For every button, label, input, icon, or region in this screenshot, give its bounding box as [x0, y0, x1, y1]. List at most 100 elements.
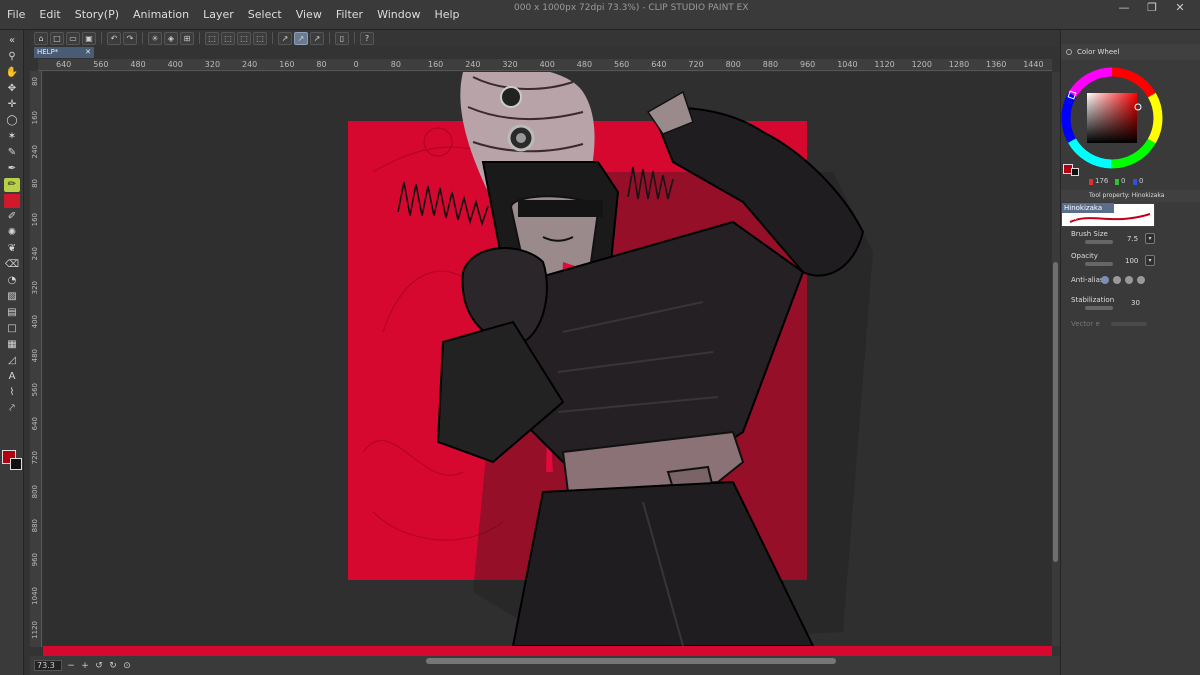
eraser-icon[interactable]: ⌫ — [4, 258, 20, 272]
airbrush-icon[interactable]: ✺ — [4, 226, 20, 240]
clear-icon[interactable]: ✳ — [148, 31, 162, 45]
figure-icon[interactable]: □ — [4, 322, 20, 336]
menu-layer[interactable]: Layer — [196, 0, 241, 30]
antialias-none-icon[interactable] — [1101, 276, 1109, 284]
ruler-top-label: 1440 — [1023, 60, 1044, 69]
antialias-weak-icon[interactable] — [1113, 276, 1121, 284]
minimize-button[interactable]: — — [1110, 0, 1138, 16]
decoration-icon[interactable]: ❦ — [4, 242, 20, 256]
transform-icon[interactable]: ⊞ — [180, 31, 194, 45]
blend-icon[interactable]: ◔ — [4, 274, 20, 288]
open-icon[interactable]: ▭ — [66, 31, 80, 45]
ruler-icon[interactable]: ◿ — [4, 354, 20, 368]
menu-file[interactable]: File — [0, 0, 32, 30]
brush-name[interactable]: Hinokizaka Pen — [1062, 203, 1114, 222]
document-tab[interactable]: HELP* ✕ — [34, 47, 94, 58]
brush-color-icon[interactable] — [4, 194, 20, 208]
sub-color-swatch[interactable] — [10, 458, 22, 470]
menu-window[interactable]: Window — [370, 0, 427, 30]
vector-eraser-options — [1111, 322, 1147, 326]
menu-animation[interactable]: Animation — [126, 0, 196, 30]
undo-icon[interactable]: ↶ — [107, 31, 121, 45]
move-layer-icon[interactable]: ✛ — [4, 98, 20, 112]
smartphone-icon[interactable]: ▯ — [335, 31, 349, 45]
text-icon[interactable]: A — [4, 370, 20, 384]
brush-size-slider[interactable] — [1085, 240, 1113, 244]
menu-filter[interactable]: Filter — [329, 0, 370, 30]
ruler-top-label: 0 — [353, 60, 359, 69]
stabilization-slider[interactable] — [1085, 306, 1113, 310]
pen-icon[interactable]: ✒ — [4, 162, 20, 176]
window-controls: — ❐ ✕ — [1110, 0, 1194, 16]
magic-wand-icon[interactable]: ✶ — [4, 130, 20, 144]
snap-grid-icon[interactable]: ↗ — [310, 31, 324, 45]
eyedropper-icon[interactable]: ✎ — [4, 146, 20, 160]
help-icon[interactable]: ? — [360, 31, 374, 45]
operation-icon[interactable]: ✥ — [4, 82, 20, 96]
menu-help[interactable]: Help — [427, 0, 466, 30]
zoom-icon[interactable]: ⚲ — [4, 50, 20, 64]
zoom-field[interactable]: 73.3 — [34, 660, 62, 671]
close-tab-icon[interactable]: ✕ — [85, 47, 91, 58]
zoom-in-icon[interactable]: + — [80, 661, 90, 671]
command-bar: ⌂ □ ▭ ▣ ↶ ↷ ✳ ◈ ⊞ ⬚ ⬚ ⬚ ⬚ ↗ ↗ ↗ ▯ ? — [30, 30, 1060, 46]
selection-icon[interactable]: ⬚ — [237, 31, 251, 45]
separator — [329, 32, 330, 44]
hand-icon[interactable]: ✋ — [4, 66, 20, 80]
vertical-scrollbar[interactable] — [1052, 72, 1060, 646]
frame-icon[interactable]: ▦ — [4, 338, 20, 352]
collapse-icon[interactable]: « — [4, 34, 20, 48]
ruler-left-label: 1040 — [31, 587, 39, 605]
deselect-icon[interactable]: ⬚ — [205, 31, 219, 45]
home-icon[interactable]: ⌂ — [34, 31, 48, 45]
rotate-right-icon[interactable]: ↻ — [108, 661, 118, 671]
new-file-icon[interactable]: □ — [50, 31, 64, 45]
fill-tool-icon[interactable]: ▨ — [4, 290, 20, 304]
brush-size-menu-icon[interactable]: ▾ — [1145, 233, 1155, 244]
gradient-icon[interactable]: ▤ — [4, 306, 20, 320]
ruler-top-label: 480 — [576, 60, 593, 69]
clip-studio-window: File Edit Story(P) Animation Layer Selec… — [0, 0, 1200, 675]
redo-icon[interactable]: ↷ — [123, 31, 137, 45]
ruler-top-label: 1200 — [911, 60, 932, 69]
stabilization-value[interactable]: 30 — [1131, 299, 1140, 307]
brush-size-value[interactable]: 7.5 — [1127, 235, 1138, 243]
menu-select[interactable]: Select — [241, 0, 289, 30]
brush-icon[interactable]: ✐ — [4, 210, 20, 224]
crop-icon[interactable]: ⬚ — [253, 31, 267, 45]
invert-selection-icon[interactable]: ⬚ — [221, 31, 235, 45]
maximize-button[interactable]: ❐ — [1138, 0, 1166, 16]
tool-property-header[interactable]: Tool property: Hinokizaka — [1061, 190, 1200, 202]
opacity-value[interactable]: 100 — [1125, 257, 1138, 265]
pencil-icon[interactable]: ✏ — [4, 178, 20, 192]
ruler-top-label: 1040 — [837, 60, 858, 69]
vertical-scroll-thumb[interactable] — [1053, 262, 1058, 562]
close-button[interactable]: ✕ — [1166, 0, 1194, 16]
opacity-slider[interactable] — [1085, 262, 1113, 266]
balloon-icon[interactable]: ⌇ — [4, 386, 20, 400]
reset-view-icon[interactable]: ⊙ — [122, 661, 132, 671]
menu-edit[interactable]: Edit — [32, 0, 67, 30]
antialias-strong-icon[interactable] — [1137, 276, 1145, 284]
zoom-out-icon[interactable]: − — [66, 661, 76, 671]
menu-view[interactable]: View — [289, 0, 329, 30]
snap-ruler-icon[interactable]: ↗ — [278, 31, 292, 45]
ruler-left-label: 400 — [31, 315, 39, 329]
save-icon[interactable]: ▣ — [82, 31, 96, 45]
rotate-left-icon[interactable]: ↺ — [94, 661, 104, 671]
snap-special-ruler-icon[interactable]: ↗ — [294, 31, 308, 45]
antialias-medium-icon[interactable] — [1125, 276, 1133, 284]
lasso-icon[interactable]: ◯ — [4, 114, 20, 128]
color-swatch[interactable] — [2, 450, 24, 472]
color-wheel-header[interactable]: Color Wheel — [1061, 44, 1200, 60]
correct-line-icon[interactable]: ⤤ — [4, 402, 20, 416]
ruler-left-label: 560 — [31, 383, 39, 397]
color-wheel[interactable] — [1061, 60, 1200, 172]
canvas-area[interactable] — [43, 72, 1052, 646]
sub-color-indicator[interactable] — [1071, 168, 1079, 176]
horizontal-scrollbar[interactable] — [426, 658, 836, 664]
fill-icon[interactable]: ◈ — [164, 31, 178, 45]
artwork-canvas[interactable] — [43, 72, 1052, 646]
menu-story[interactable]: Story(P) — [68, 0, 126, 30]
opacity-menu-icon[interactable]: ▾ — [1145, 255, 1155, 266]
